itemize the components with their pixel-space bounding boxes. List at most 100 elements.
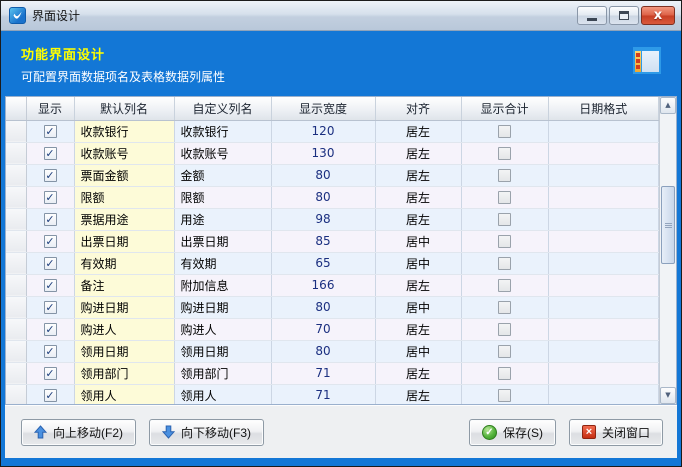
- width-cell[interactable]: 70: [271, 318, 375, 340]
- show-checkbox[interactable]: ✓: [44, 125, 57, 138]
- date-format-cell[interactable]: [548, 296, 659, 318]
- custom-name-cell[interactable]: 购进日期: [174, 296, 271, 318]
- show-total-checkbox[interactable]: ✓: [498, 169, 511, 182]
- align-cell[interactable]: 居左: [375, 186, 461, 208]
- close-button[interactable]: x: [641, 6, 675, 25]
- show-total-checkbox[interactable]: ✓: [498, 125, 511, 138]
- show-total-checkbox[interactable]: ✓: [498, 191, 511, 204]
- show-total-checkbox[interactable]: ✓: [498, 279, 511, 292]
- width-cell[interactable]: 130: [271, 142, 375, 164]
- column-header-date-format[interactable]: 日期格式: [548, 97, 659, 120]
- show-checkbox[interactable]: ✓: [44, 257, 57, 270]
- width-cell[interactable]: 65: [271, 252, 375, 274]
- custom-name-cell[interactable]: 收款银行: [174, 120, 271, 142]
- scroll-up-icon[interactable]: ▲: [660, 97, 676, 114]
- align-cell[interactable]: 居左: [375, 384, 461, 405]
- date-format-cell[interactable]: [548, 120, 659, 142]
- date-format-cell[interactable]: [548, 362, 659, 384]
- custom-name-cell[interactable]: 领用部门: [174, 362, 271, 384]
- align-cell[interactable]: 居左: [375, 120, 461, 142]
- show-total-checkbox[interactable]: ✓: [498, 323, 511, 336]
- show-checkbox[interactable]: ✓: [44, 323, 57, 336]
- align-cell[interactable]: 居中: [375, 340, 461, 362]
- date-format-cell[interactable]: [548, 384, 659, 405]
- show-total-checkbox[interactable]: ✓: [498, 367, 511, 380]
- width-cell[interactable]: 80: [271, 186, 375, 208]
- row-indicator[interactable]: [6, 164, 26, 186]
- show-checkbox[interactable]: ✓: [44, 345, 57, 358]
- row-indicator[interactable]: [6, 120, 26, 142]
- date-format-cell[interactable]: [548, 252, 659, 274]
- scroll-down-icon[interactable]: ▼: [660, 387, 676, 404]
- show-total-checkbox[interactable]: ✓: [498, 147, 511, 160]
- align-cell[interactable]: 居中: [375, 252, 461, 274]
- custom-name-cell[interactable]: 附加信息: [174, 274, 271, 296]
- custom-name-cell[interactable]: 收款账号: [174, 142, 271, 164]
- date-format-cell[interactable]: [548, 274, 659, 296]
- default-name-cell[interactable]: 备注: [74, 274, 174, 296]
- row-indicator[interactable]: [6, 340, 26, 362]
- show-total-checkbox[interactable]: ✓: [498, 389, 511, 402]
- column-header-show-total[interactable]: 显示合计: [461, 97, 548, 120]
- column-header-default-name[interactable]: 默认列名: [74, 97, 174, 120]
- row-indicator[interactable]: [6, 142, 26, 164]
- row-indicator[interactable]: [6, 186, 26, 208]
- default-name-cell[interactable]: 购进日期: [74, 296, 174, 318]
- align-cell[interactable]: 居左: [375, 208, 461, 230]
- default-name-cell[interactable]: 收款银行: [74, 120, 174, 142]
- custom-name-cell[interactable]: 金额: [174, 164, 271, 186]
- custom-name-cell[interactable]: 用途: [174, 208, 271, 230]
- show-total-checkbox[interactable]: ✓: [498, 235, 511, 248]
- date-format-cell[interactable]: [548, 186, 659, 208]
- row-indicator[interactable]: [6, 296, 26, 318]
- show-total-checkbox[interactable]: ✓: [498, 345, 511, 358]
- move-down-button[interactable]: 向下移动(F3): [149, 419, 264, 446]
- date-format-cell[interactable]: [548, 164, 659, 186]
- align-cell[interactable]: 居中: [375, 296, 461, 318]
- align-cell[interactable]: 居左: [375, 274, 461, 296]
- width-cell[interactable]: 80: [271, 164, 375, 186]
- default-name-cell[interactable]: 票据用途: [74, 208, 174, 230]
- show-checkbox[interactable]: ✓: [44, 389, 57, 402]
- width-cell[interactable]: 71: [271, 384, 375, 405]
- row-indicator[interactable]: [6, 230, 26, 252]
- row-indicator[interactable]: [6, 274, 26, 296]
- minimize-button[interactable]: [577, 6, 607, 25]
- row-indicator[interactable]: [6, 252, 26, 274]
- vertical-scrollbar[interactable]: ▲ ▼: [659, 97, 676, 404]
- date-format-cell[interactable]: [548, 208, 659, 230]
- default-name-cell[interactable]: 领用部门: [74, 362, 174, 384]
- align-cell[interactable]: 居左: [375, 164, 461, 186]
- align-cell[interactable]: 居左: [375, 362, 461, 384]
- show-total-checkbox[interactable]: ✓: [498, 213, 511, 226]
- custom-name-cell[interactable]: 限额: [174, 186, 271, 208]
- default-name-cell[interactable]: 有效期: [74, 252, 174, 274]
- width-cell[interactable]: 98: [271, 208, 375, 230]
- show-checkbox[interactable]: ✓: [44, 147, 57, 160]
- default-name-cell[interactable]: 领用日期: [74, 340, 174, 362]
- show-checkbox[interactable]: ✓: [44, 235, 57, 248]
- move-up-button[interactable]: 向上移动(F2): [21, 419, 136, 446]
- show-checkbox[interactable]: ✓: [44, 169, 57, 182]
- align-cell[interactable]: 居左: [375, 142, 461, 164]
- row-indicator[interactable]: [6, 208, 26, 230]
- maximize-button[interactable]: [609, 6, 639, 25]
- show-total-checkbox[interactable]: ✓: [498, 301, 511, 314]
- default-name-cell[interactable]: 购进人: [74, 318, 174, 340]
- width-cell[interactable]: 80: [271, 296, 375, 318]
- custom-name-cell[interactable]: 领用日期: [174, 340, 271, 362]
- default-name-cell[interactable]: 票面金额: [74, 164, 174, 186]
- date-format-cell[interactable]: [548, 230, 659, 252]
- row-indicator[interactable]: [6, 362, 26, 384]
- column-header-custom-name[interactable]: 自定义列名: [174, 97, 271, 120]
- default-name-cell[interactable]: 领用人: [74, 384, 174, 405]
- date-format-cell[interactable]: [548, 142, 659, 164]
- column-header-width[interactable]: 显示宽度: [271, 97, 375, 120]
- width-cell[interactable]: 80: [271, 340, 375, 362]
- default-name-cell[interactable]: 收款账号: [74, 142, 174, 164]
- show-checkbox[interactable]: ✓: [44, 191, 57, 204]
- align-cell[interactable]: 居左: [375, 318, 461, 340]
- show-total-checkbox[interactable]: ✓: [498, 257, 511, 270]
- default-name-cell[interactable]: 限额: [74, 186, 174, 208]
- width-cell[interactable]: 85: [271, 230, 375, 252]
